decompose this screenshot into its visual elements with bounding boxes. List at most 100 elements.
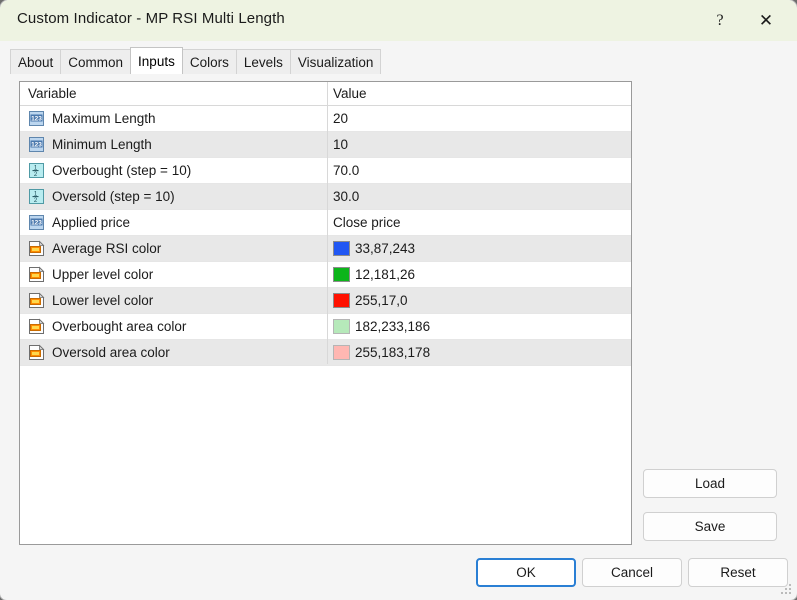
table-row[interactable]: 123 Minimum Length 10	[20, 132, 631, 158]
cell-value[interactable]: 182,233,186	[327, 319, 631, 334]
double-icon: 12	[28, 162, 45, 179]
cancel-button[interactable]: Cancel	[582, 558, 682, 587]
cell-variable: Overbought area color	[20, 318, 327, 335]
svg-text:123: 123	[31, 141, 42, 148]
color-swatch[interactable]	[333, 293, 350, 308]
value-label: 33,87,243	[355, 241, 416, 256]
cell-variable: 123 Maximum Length	[20, 110, 327, 127]
cell-value[interactable]: 255,183,178	[327, 345, 631, 360]
cell-variable: 1 2 Overbought (step = 10)	[20, 162, 327, 179]
close-button[interactable]: ✕	[743, 0, 789, 41]
double-icon: 12	[28, 188, 45, 205]
value-label: 255,183,178	[355, 345, 431, 360]
cell-value[interactable]: Close price	[327, 215, 631, 230]
help-button[interactable]: ?	[697, 0, 743, 41]
grip-dot	[785, 592, 787, 594]
integer-icon: 123	[28, 136, 45, 153]
save-button[interactable]: Save	[643, 512, 777, 541]
tab-about[interactable]: About	[10, 49, 62, 74]
cell-value[interactable]: 255,17,0	[327, 293, 631, 308]
table-row[interactable]: 1 2 Oversold (step = 10) 30.0	[20, 184, 631, 210]
color-icon	[28, 266, 45, 283]
variable-label: Minimum Length	[52, 137, 152, 152]
grip-dot	[785, 588, 787, 590]
tab-list: About Common Inputs Colors Levels Visualizati…	[10, 47, 382, 74]
color-icon	[28, 344, 45, 361]
cell-variable: 1 2 Oversold (step = 10)	[20, 188, 327, 205]
table-body: 123 Maximum Length 20 123 Minimum Length 10 1 2…	[20, 106, 631, 366]
column-divider	[327, 82, 328, 364]
variable-label: Maximum Length	[52, 111, 156, 126]
table-row[interactable]: Lower level color 255,17,0	[20, 288, 631, 314]
color-swatch[interactable]	[333, 345, 350, 360]
cell-value[interactable]: 10	[327, 137, 631, 152]
cell-value[interactable]: 30.0	[327, 189, 631, 204]
variable-label: Average RSI color	[52, 241, 162, 256]
value-label: 182,233,186	[355, 319, 431, 334]
color-swatch[interactable]	[333, 241, 350, 256]
table-row[interactable]: 1 2 Overbought (step = 10) 70.0	[20, 158, 631, 184]
cell-variable: Average RSI color	[20, 240, 327, 257]
value-label: 10	[333, 137, 349, 152]
tab-levels[interactable]: Levels	[235, 49, 291, 74]
question-mark-icon: ?	[716, 11, 724, 29]
cell-variable: Lower level color	[20, 292, 327, 309]
value-label: 20	[333, 111, 349, 126]
integer-icon: 123	[28, 214, 45, 231]
inputs-table: Variable Value 123 Maximum Length 20 123 Min…	[19, 81, 632, 545]
dialog-window: Custom Indicator - MP RSI Multi Length ?…	[0, 0, 797, 600]
window-title: Custom Indicator - MP RSI Multi Length	[17, 10, 285, 27]
color-icon	[28, 240, 45, 257]
table-row[interactable]: Upper level color 12,181,26	[20, 262, 631, 288]
table-row[interactable]: Oversold area color 255,183,178	[20, 340, 631, 366]
grip-dot	[789, 592, 791, 594]
tab-common[interactable]: Common	[60, 49, 132, 74]
close-icon: ✕	[758, 11, 774, 30]
svg-text:123: 123	[31, 115, 42, 122]
cell-value[interactable]: 20	[327, 111, 631, 126]
color-swatch[interactable]	[333, 319, 350, 334]
cell-value[interactable]: 70.0	[327, 163, 631, 178]
value-label: Close price	[333, 215, 401, 230]
grip-dot	[789, 584, 791, 586]
value-label: 70.0	[333, 163, 360, 178]
resize-grip[interactable]	[781, 584, 792, 595]
table-row[interactable]: Overbought area color 182,233,186	[20, 314, 631, 340]
color-swatch[interactable]	[333, 267, 350, 282]
variable-label: Overbought (step = 10)	[52, 163, 192, 178]
value-label: 30.0	[333, 189, 360, 204]
load-button[interactable]: Load	[643, 469, 777, 498]
grip-dot	[789, 588, 791, 590]
color-icon	[28, 318, 45, 335]
table-header-row: Variable Value	[20, 82, 631, 106]
grip-dot	[781, 592, 783, 594]
variable-label: Applied price	[52, 215, 131, 230]
cell-value[interactable]: 33,87,243	[327, 241, 631, 256]
color-icon	[28, 292, 45, 309]
cell-variable: Upper level color	[20, 266, 327, 283]
integer-icon: 123	[28, 110, 45, 127]
cell-variable: Oversold area color	[20, 344, 327, 361]
header-cell-variable: Variable	[20, 86, 327, 101]
table-row[interactable]: 123 Maximum Length 20	[20, 106, 631, 132]
tab-strip: About Common Inputs Colors Levels Visualizati…	[0, 41, 797, 74]
ok-button[interactable]: OK	[476, 558, 576, 587]
variable-label: Upper level color	[52, 267, 154, 282]
table-row[interactable]: Average RSI color 33,87,243	[20, 236, 631, 262]
variable-label: Lower level color	[52, 293, 154, 308]
value-label: 255,17,0	[355, 293, 408, 308]
header-label-value: Value	[333, 86, 367, 101]
tab-colors[interactable]: Colors	[181, 49, 237, 74]
variable-label: Overbought area color	[52, 319, 187, 334]
table-row[interactable]: 123 Applied price Close price	[20, 210, 631, 236]
cell-variable: 123 Applied price	[20, 214, 327, 231]
cell-variable: 123 Minimum Length	[20, 136, 327, 153]
tab-inputs[interactable]: Inputs	[130, 47, 183, 74]
header-cell-value: Value	[327, 86, 631, 101]
variable-label: Oversold (step = 10)	[52, 189, 175, 204]
tab-visualization[interactable]: Visualization	[289, 49, 382, 74]
value-label: 12,181,26	[355, 267, 416, 282]
cell-value[interactable]: 12,181,26	[327, 267, 631, 282]
title-bar: Custom Indicator - MP RSI Multi Length ?…	[0, 0, 797, 41]
reset-button[interactable]: Reset	[688, 558, 788, 587]
